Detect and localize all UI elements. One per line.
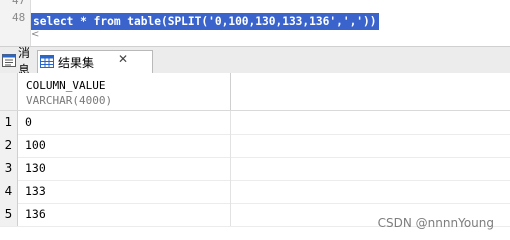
code-line[interactable]: select * from table(SPLIT('0,100,130,133… bbox=[31, 10, 379, 30]
table-row[interactable]: 2 100 bbox=[0, 134, 510, 158]
tab-messages[interactable]: 消息 bbox=[2, 46, 36, 77]
selected-sql-text[interactable]: select * from table(SPLIT('0,100,130,133… bbox=[31, 13, 379, 30]
row-number[interactable]: 5 bbox=[0, 203, 18, 226]
cell-value: 136 bbox=[25, 207, 46, 221]
row-number[interactable]: 3 bbox=[0, 157, 18, 180]
column-type: VARCHAR(4000) bbox=[26, 94, 113, 107]
table-cell[interactable]: 0 bbox=[18, 111, 231, 134]
column-header[interactable]: COLUMN_VALUE VARCHAR(4000) bbox=[18, 73, 231, 110]
cell-value: 0 bbox=[25, 115, 32, 129]
grid-table-icon bbox=[40, 55, 56, 69]
result-tabs-bar: 消息 结果集 ✕ bbox=[0, 46, 510, 77]
table-row[interactable]: 4 133 bbox=[0, 180, 510, 204]
line-number: 48 bbox=[12, 11, 26, 24]
watermark: CSDN @nnnnYoung bbox=[377, 216, 494, 230]
close-icon[interactable]: ✕ bbox=[118, 52, 128, 66]
sql-editor[interactable]: 47 48 select * from table(SPLIT('0,100,1… bbox=[0, 0, 510, 46]
chevron-left-icon[interactable]: < bbox=[31, 29, 39, 40]
table-cell[interactable]: 100 bbox=[18, 134, 231, 157]
table-cell[interactable]: 136 bbox=[18, 203, 231, 226]
table-row[interactable]: 1 0 bbox=[0, 111, 510, 135]
message-list-icon bbox=[2, 54, 16, 68]
tab-label: 结果集 bbox=[58, 55, 95, 70]
table-cell[interactable]: 130 bbox=[18, 157, 231, 180]
table-cell[interactable]: 133 bbox=[18, 180, 231, 203]
cell-value: 133 bbox=[25, 184, 46, 198]
column-name: COLUMN_VALUE bbox=[26, 79, 106, 92]
row-number[interactable]: 2 bbox=[0, 134, 18, 157]
line-number-gutter: 47 48 bbox=[0, 0, 31, 46]
result-grid: COLUMN_VALUE VARCHAR(4000) 1 0 2 100 3 1… bbox=[0, 73, 510, 238]
tab-result-set[interactable]: 结果集 ✕ bbox=[37, 50, 153, 73]
grid-header: COLUMN_VALUE VARCHAR(4000) bbox=[0, 73, 510, 111]
row-number[interactable]: 4 bbox=[0, 180, 18, 203]
cell-value: 130 bbox=[25, 161, 46, 175]
cell-value: 100 bbox=[25, 138, 46, 152]
row-number[interactable]: 1 bbox=[0, 111, 18, 134]
table-row[interactable]: 3 130 bbox=[0, 157, 510, 181]
line-number: 47 bbox=[12, 0, 26, 7]
grid-corner[interactable] bbox=[0, 73, 18, 110]
